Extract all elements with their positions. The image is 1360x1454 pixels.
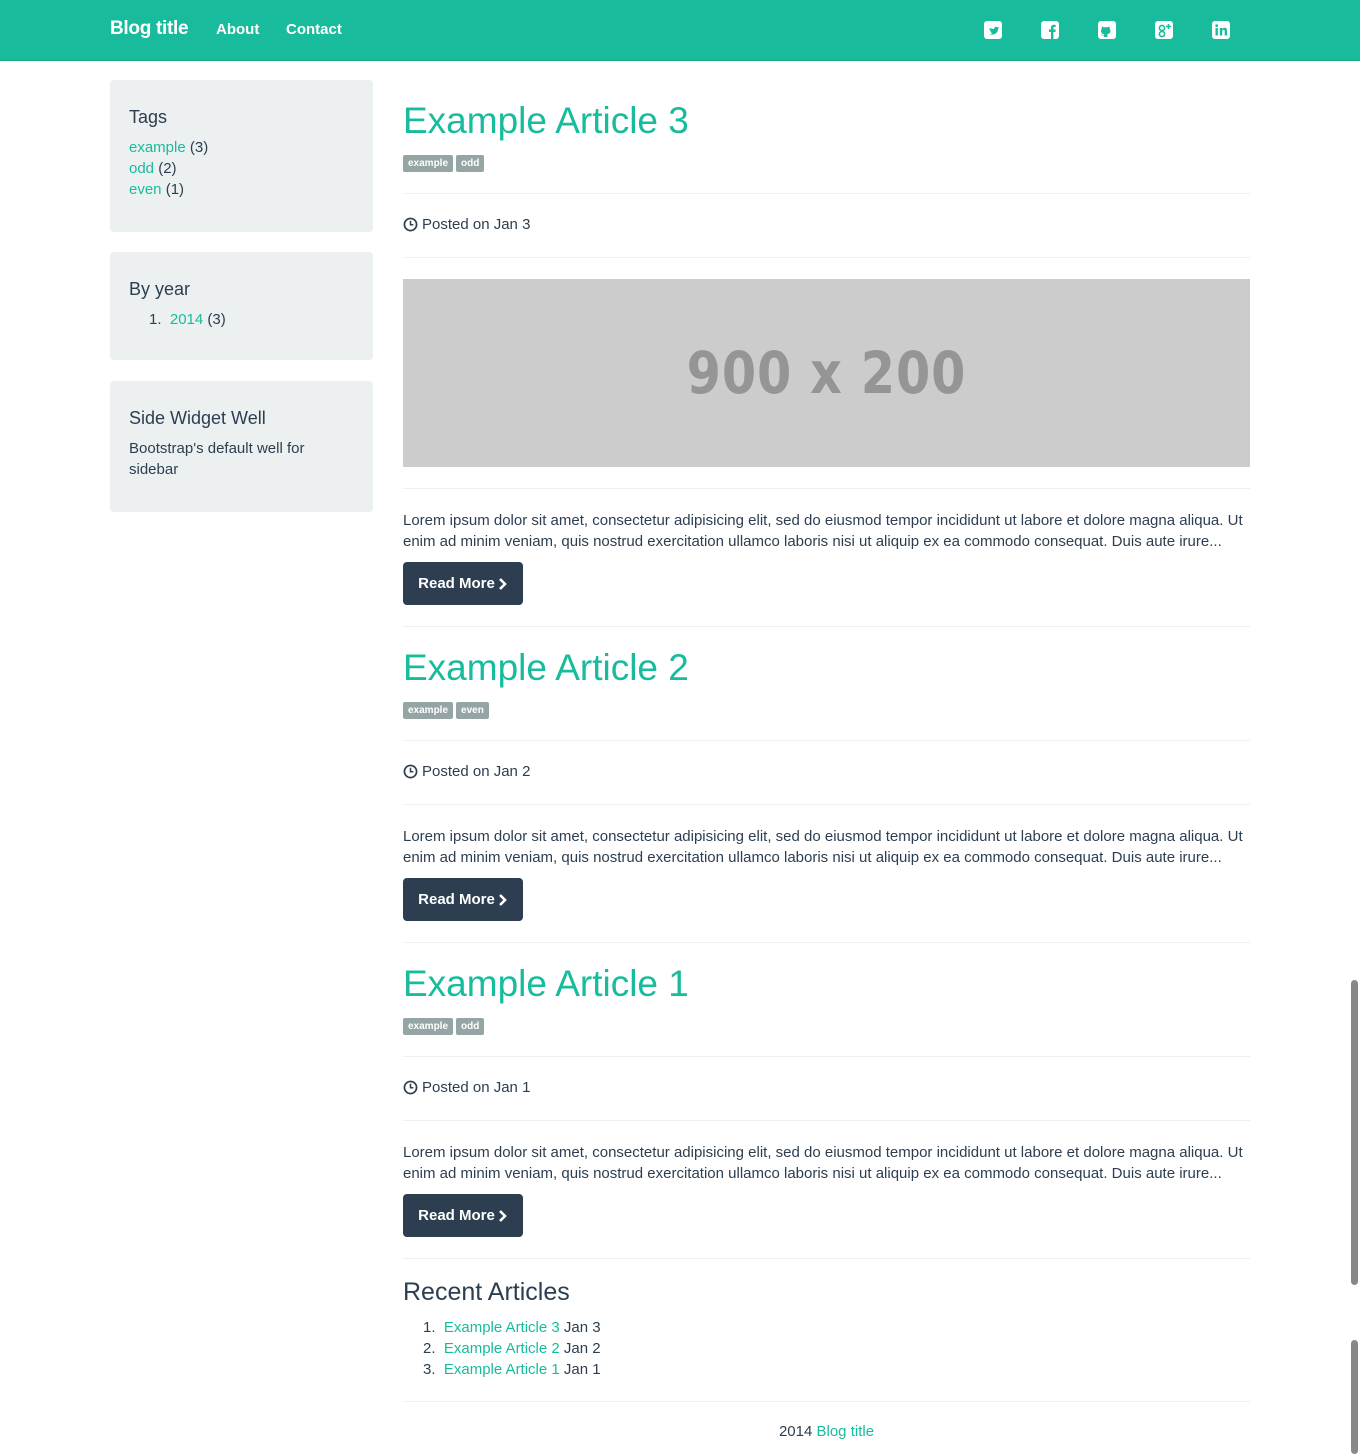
article-image-placeholder: 900 x 200 — [403, 279, 1250, 467]
year-list: 1. 2014 (3) — [129, 309, 354, 330]
tag-count: (3) — [189, 139, 209, 156]
divider — [403, 626, 1250, 627]
nav-contact-link[interactable]: Contact — [286, 21, 342, 38]
tags-title: Tags — [129, 107, 168, 127]
scrollbar-thumb-secondary[interactable] — [1351, 1340, 1358, 1454]
tag-badge[interactable]: example — [403, 1018, 454, 1035]
read-more-label: Read More — [418, 575, 495, 592]
recent-article-item: 1. Example Article 3 Jan 3 — [423, 1317, 601, 1338]
article-tags: example odd — [403, 1018, 487, 1035]
tag-badge[interactable]: odd — [456, 155, 485, 172]
recent-article-link[interactable]: Example Article 3 — [444, 1319, 560, 1336]
post-date: Posted on Jan 3 — [403, 216, 530, 233]
recent-number: 2. — [423, 1340, 436, 1357]
google-plus-icon[interactable] — [1155, 20, 1173, 40]
recent-number: 1. — [423, 1319, 436, 1336]
side-widget-title: Side Widget Well — [129, 408, 266, 428]
clock-icon — [403, 764, 418, 779]
by-year-well: By year 1. 2014 (3) — [110, 252, 373, 360]
divider — [403, 1056, 1250, 1057]
article-title-link[interactable]: Example Article 1 — [403, 963, 689, 1005]
divider — [403, 942, 1250, 943]
divider — [403, 257, 1250, 258]
placeholder-text: 900 x 200 — [686, 339, 967, 407]
chevron-right-icon — [498, 577, 507, 590]
tag-item: example (3) — [129, 137, 354, 158]
chevron-right-icon — [498, 1209, 507, 1222]
clock-icon — [403, 1080, 418, 1095]
recent-article-link[interactable]: Example Article 1 — [444, 1361, 560, 1378]
side-widget-well: Side Widget Well Bootstrap's default wel… — [110, 381, 373, 512]
article-excerpt: Lorem ipsum dolor sit amet, consectetur … — [403, 828, 1243, 866]
footer-year: 2014 — [778, 1423, 813, 1440]
read-more-label: Read More — [418, 891, 495, 908]
year-count: (3) — [207, 311, 226, 328]
recent-article-item: 2. Example Article 2 Jan 2 — [423, 1338, 601, 1359]
year-number: 1. — [149, 311, 162, 328]
recent-articles-title: Recent Articles — [403, 1278, 570, 1306]
recent-article-date: Jan 3 — [563, 1319, 601, 1336]
tags-well: Tags example (3) odd (2) even (1) — [110, 80, 373, 232]
recent-article-link[interactable]: Example Article 2 — [444, 1340, 560, 1357]
tag-item: even (1) — [129, 179, 354, 200]
tag-link-example[interactable]: example — [129, 139, 186, 156]
post-date: Posted on Jan 1 — [403, 1079, 530, 1096]
footer: 2014 Blog title — [403, 1423, 1250, 1440]
tag-badge[interactable]: example — [403, 702, 454, 719]
year-item: 1. 2014 (3) — [149, 309, 354, 330]
chevron-right-icon — [498, 893, 507, 906]
divider — [403, 1401, 1250, 1402]
recent-article-item: 3. Example Article 1 Jan 1 — [423, 1359, 601, 1380]
scrollbar-thumb[interactable] — [1351, 980, 1358, 1285]
read-more-button[interactable]: Read More — [403, 878, 523, 921]
post-date-text: Posted on Jan 3 — [422, 216, 531, 233]
article-excerpt: Lorem ipsum dolor sit amet, consectetur … — [403, 512, 1243, 550]
nav-about-link[interactable]: About — [216, 21, 259, 38]
post-date: Posted on Jan 2 — [403, 763, 530, 780]
navbar: Blog title About Contact — [0, 0, 1360, 61]
tag-link-odd[interactable]: odd — [129, 160, 154, 177]
tag-badge[interactable]: example — [403, 155, 454, 172]
recent-article-date: Jan 1 — [563, 1361, 601, 1378]
footer-blog-link[interactable]: Blog title — [817, 1423, 875, 1440]
linkedin-icon[interactable] — [1212, 20, 1230, 40]
divider — [403, 1120, 1250, 1121]
article-tags: example even — [403, 702, 492, 719]
divider — [403, 1258, 1250, 1259]
divider — [403, 740, 1250, 741]
tag-item: odd (2) — [129, 158, 354, 179]
divider — [403, 193, 1250, 194]
tag-link-even[interactable]: even — [129, 181, 162, 198]
read-more-button[interactable]: Read More — [403, 562, 523, 605]
post-date-text: Posted on Jan 1 — [422, 1079, 531, 1096]
github-icon[interactable] — [1098, 20, 1116, 40]
year-link-2014[interactable]: 2014 — [170, 311, 203, 328]
clock-icon — [403, 217, 418, 232]
post-date-text: Posted on Jan 2 — [422, 763, 531, 780]
brand-link[interactable]: Blog title — [110, 18, 189, 40]
recent-number: 3. — [423, 1361, 436, 1378]
article-title-link[interactable]: Example Article 2 — [403, 647, 689, 689]
twitter-icon[interactable] — [984, 20, 1002, 40]
read-more-button[interactable]: Read More — [403, 1194, 523, 1237]
recent-articles-list: 1. Example Article 3 Jan 3 2. Example Ar… — [423, 1317, 601, 1380]
divider — [403, 488, 1250, 489]
by-year-title: By year — [129, 279, 191, 299]
article-tags: example odd — [403, 155, 487, 172]
tag-count: (1) — [165, 181, 185, 198]
recent-article-date: Jan 2 — [563, 1340, 601, 1357]
read-more-label: Read More — [418, 1207, 495, 1224]
facebook-icon[interactable] — [1041, 20, 1059, 40]
article-title-link[interactable]: Example Article 3 — [403, 100, 689, 142]
side-widget-text: Bootstrap's default well for sidebar — [129, 440, 305, 478]
tag-count: (2) — [158, 160, 177, 177]
tag-badge[interactable]: even — [456, 702, 489, 719]
article-excerpt: Lorem ipsum dolor sit amet, consectetur … — [403, 1144, 1243, 1182]
divider — [403, 804, 1250, 805]
tag-badge[interactable]: odd — [456, 1018, 485, 1035]
